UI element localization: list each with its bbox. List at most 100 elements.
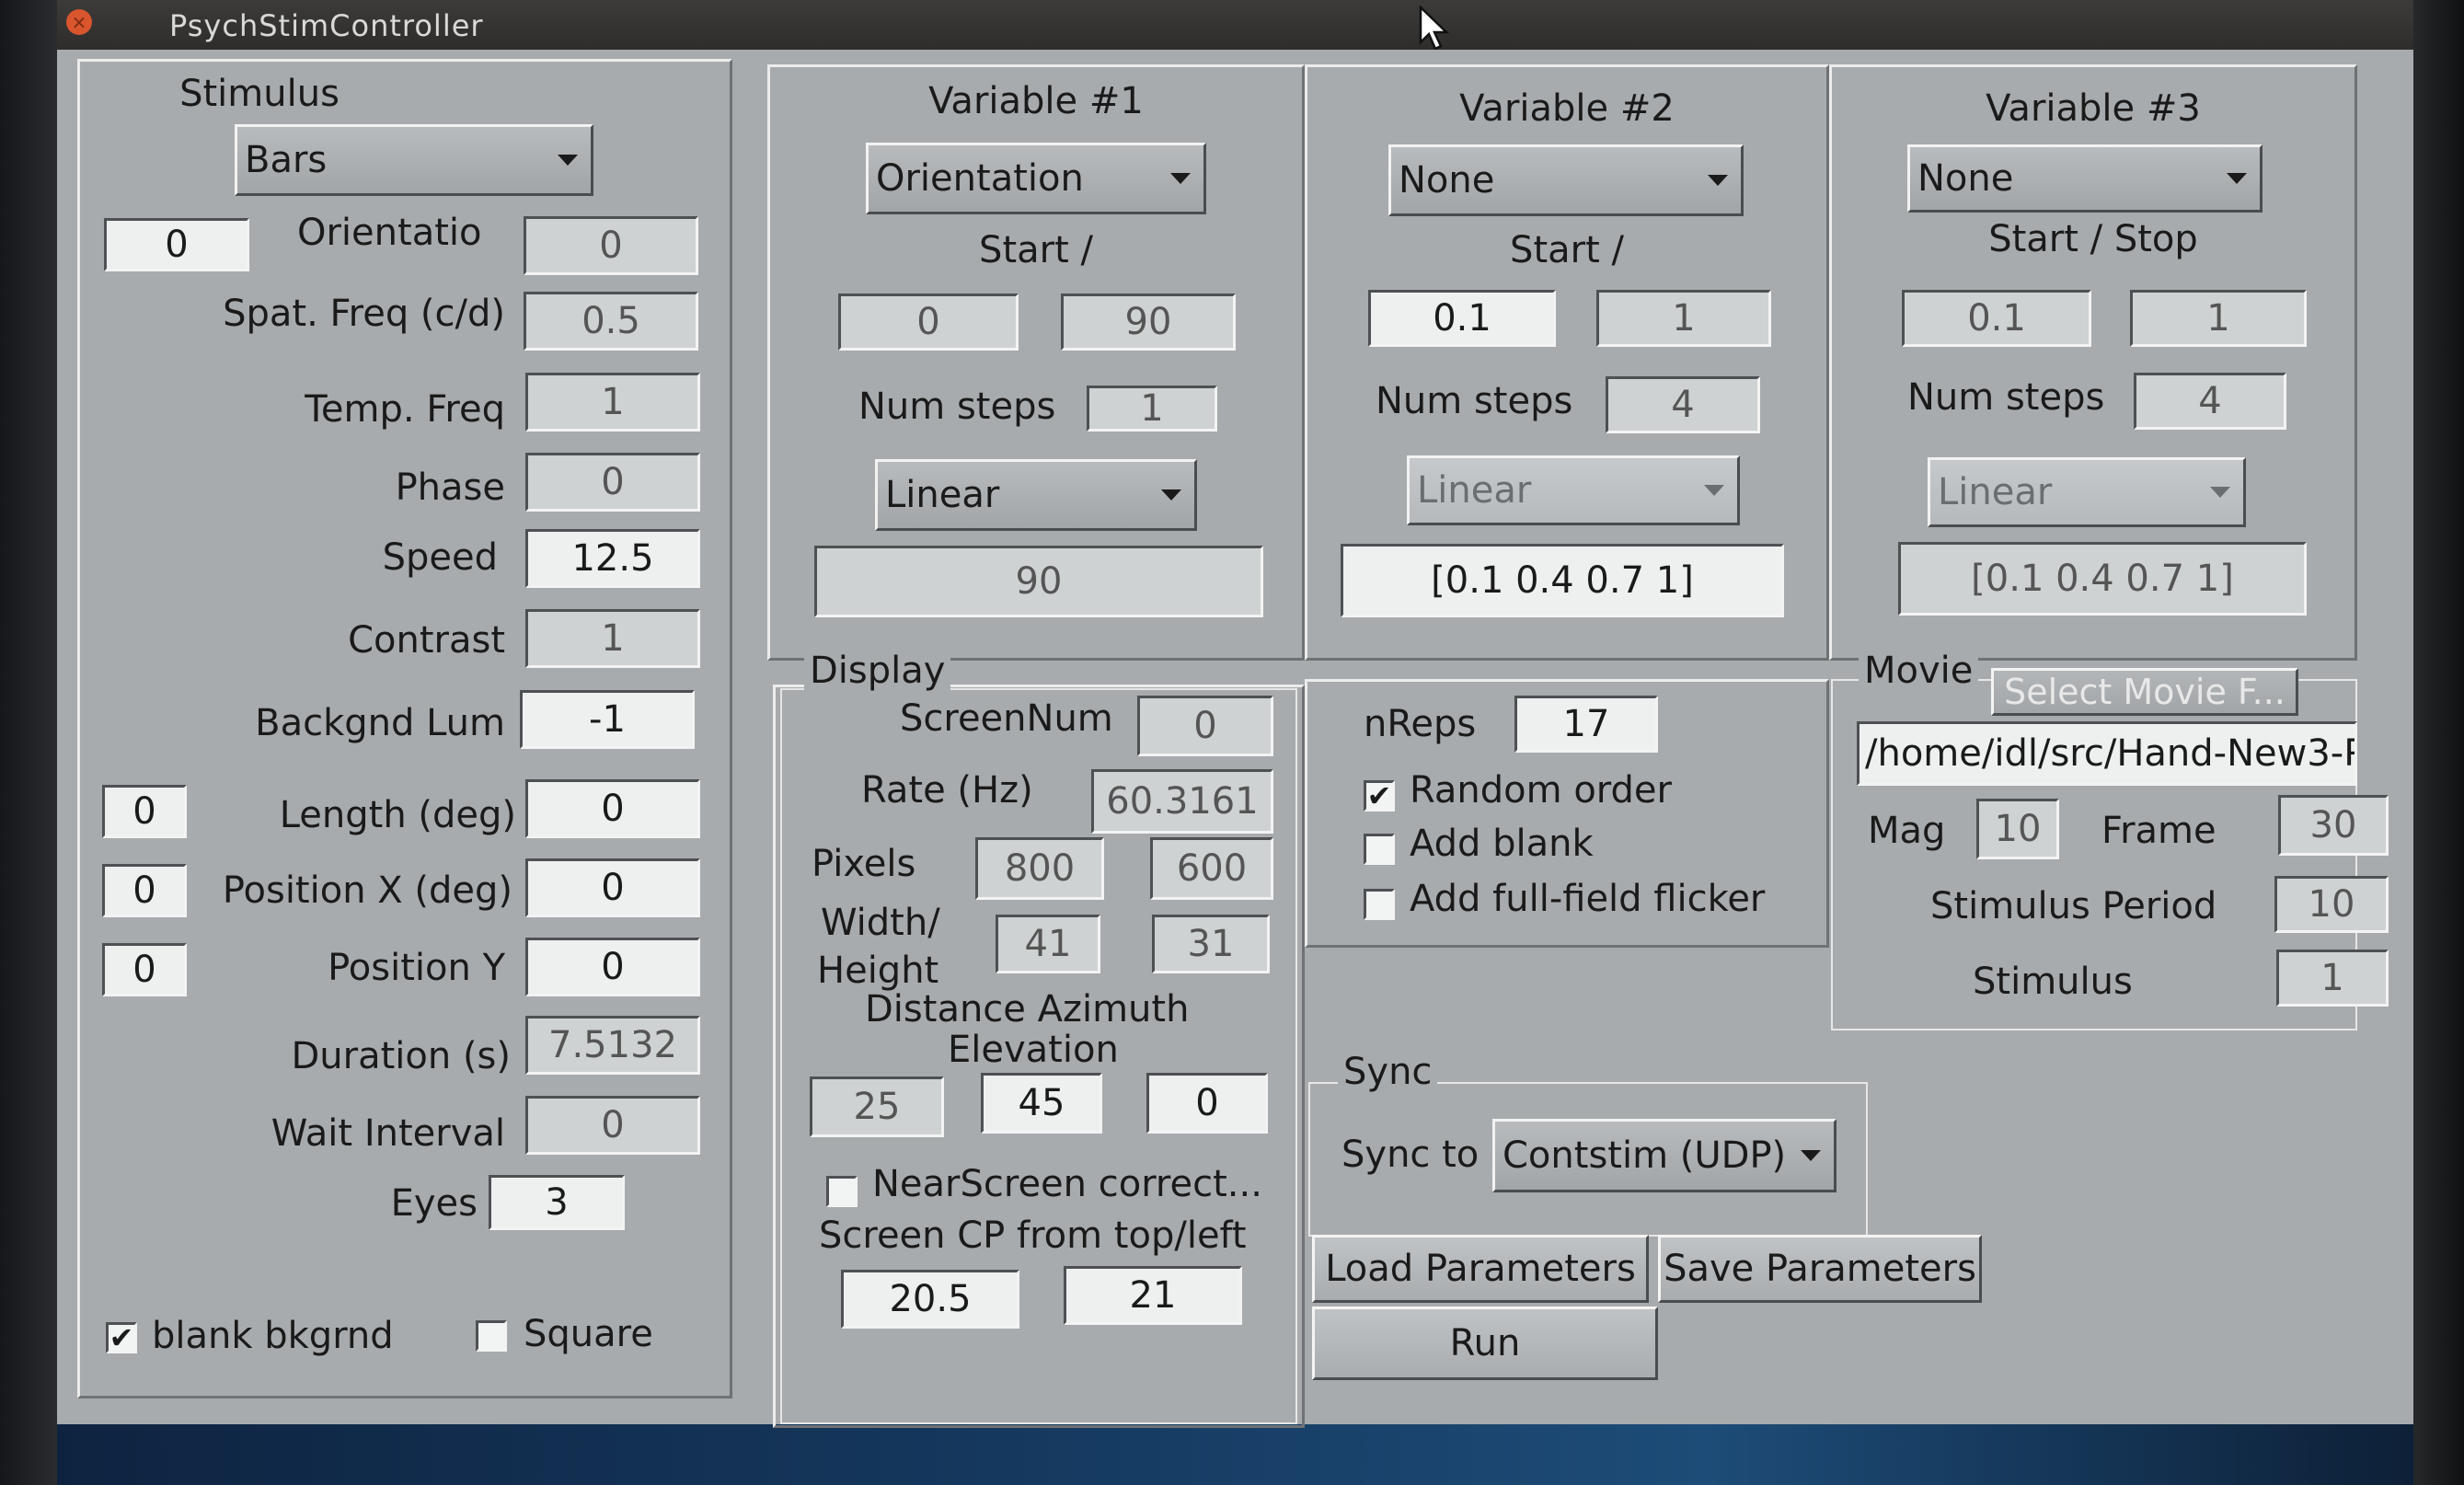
position-x-offset-field[interactable]: 0 [102,864,187,917]
stimulus-heading: Stimulus [179,73,340,115]
position-x-label: Position X (deg) [222,869,512,912]
stimulus-panel: Stimulus Bars 0 Orientatio 0 Spat. Freq … [77,59,732,1399]
random-order-checkbox[interactable]: ✔ [1364,780,1395,812]
elevation-field[interactable]: 0 [1146,1073,1268,1134]
variable3-spacing-value: Linear [1938,471,2053,513]
chevron-down-icon [1161,489,1181,501]
pixels-label: Pixels [812,843,916,885]
display-legend: Display [804,650,951,692]
sync-legend: Sync [1338,1051,1438,1093]
square-checkbox[interactable] [476,1320,507,1352]
variable3-steps-label: Num steps [1907,376,2105,419]
variable1-heading: Variable #1 [928,80,1144,122]
contrast-label: Contrast [348,619,505,662]
wait-interval-field[interactable]: 0 [525,1096,700,1155]
rate-field[interactable]: 60.3161 [1091,769,1273,834]
azimuth-field[interactable]: 45 [981,1073,1102,1134]
spat-freq-label: Spat. Freq (c/d) [223,293,505,335]
variable1-dropdown[interactable]: Orientation [866,143,1206,214]
frame-field[interactable]: 30 [2278,795,2389,856]
variable1-values-field[interactable]: 90 [814,546,1263,617]
nreps-field[interactable]: 17 [1514,696,1658,753]
screen-cp-left-field[interactable]: 21 [1064,1266,1242,1325]
stimulus-type-dropdown[interactable]: Bars [235,124,593,196]
spat-freq-field[interactable]: 0.5 [524,292,698,351]
variable2-start-label: Start / [1510,229,1624,271]
add-blank-checkbox[interactable] [1364,834,1395,865]
duration-field[interactable]: 7.5132 [525,1016,700,1075]
blank-bkgrnd-checkbox[interactable]: ✔ [106,1322,137,1353]
movie-stimulus-field[interactable]: 1 [2276,950,2389,1007]
variable3-steps-field[interactable]: 4 [2134,373,2286,430]
select-movie-file-button[interactable]: Select Movie F... [1991,668,2298,716]
variable3-start-stop-label: Start / Stop [1988,218,2198,260]
variable3-panel: Variable #3 None Start / Stop 0.1 1 Num … [1829,64,2357,661]
variable2-steps-field[interactable]: 4 [1606,376,1760,433]
variable1-stop-field[interactable]: 90 [1061,294,1236,351]
screen-cp-top-field[interactable]: 20.5 [841,1270,1019,1329]
movie-path-field[interactable]: /home/idl/src/Hand-New3-Ps [1857,721,2357,786]
close-icon[interactable]: × [66,9,92,35]
wait-interval-label: Wait Interval [271,1112,505,1155]
variable3-stop-field[interactable]: 1 [2130,290,2307,347]
variable1-panel: Variable #1 Orientation Start / 0 90 Num… [767,64,1305,661]
variable1-start-field[interactable]: 0 [838,294,1019,351]
screennum-field[interactable]: 0 [1137,696,1273,756]
pixels-height-field[interactable]: 600 [1150,837,1273,900]
variable2-start-field[interactable]: 0.1 [1368,290,1556,347]
variable3-start-field[interactable]: 0.1 [1902,290,2091,347]
mag-field[interactable]: 10 [1976,799,2059,859]
sync-to-label: Sync to [1341,1134,1480,1176]
variable2-values-field[interactable]: [0.1 0.4 0.7 1] [1341,544,1784,617]
mag-label: Mag [1868,810,1946,852]
variable2-spacing-dropdown[interactable]: Linear [1407,455,1740,525]
distance-field[interactable]: 25 [810,1076,944,1137]
variable1-start-label: Start / [979,229,1093,271]
chevron-down-icon [558,155,578,166]
title-bar: × PsychStimController [57,0,2413,51]
variable1-spacing-dropdown[interactable]: Linear [875,459,1197,531]
variable2-steps-label: Num steps [1376,380,1573,422]
load-parameters-button[interactable]: Load Parameters [1312,1235,1649,1303]
variable3-heading: Variable #3 [1986,87,2201,130]
add-flicker-checkbox[interactable] [1364,889,1395,920]
temp-freq-field[interactable]: 1 [525,373,700,432]
phase-field[interactable]: 0 [525,453,700,512]
variable2-dropdown[interactable]: None [1388,144,1744,216]
main-content: Stimulus Bars 0 Orientatio 0 Spat. Freq … [57,50,2413,1428]
save-parameters-button[interactable]: Save Parameters [1658,1235,1982,1303]
speed-field[interactable]: 12.5 [525,529,700,588]
nreps-label: nReps [1364,703,1477,745]
width-label: Width/ [821,902,940,944]
position-x-field[interactable]: 0 [525,858,700,917]
contrast-field[interactable]: 1 [525,609,700,668]
variable1-steps-field[interactable]: 1 [1087,386,1217,432]
length-offset-field[interactable]: 0 [102,785,187,838]
pixels-width-field[interactable]: 800 [975,837,1104,900]
variable3-spacing-dropdown[interactable]: Linear [1928,457,2246,527]
backgnd-lum-field[interactable]: -1 [520,690,695,749]
orientation-offset-field[interactable]: 0 [104,218,249,271]
variable2-stop-field[interactable]: 1 [1596,290,1771,347]
frame-label: Frame [2101,810,2216,852]
position-y-field[interactable]: 0 [525,938,700,996]
run-button[interactable]: Run [1312,1307,1658,1380]
variable1-value: Orientation [876,157,1084,200]
desktop-background [57,1424,2413,1485]
orientation-field[interactable]: 0 [524,216,698,275]
screen-height-field[interactable]: 31 [1152,915,1270,973]
length-field[interactable]: 0 [525,779,700,838]
variable3-values-field[interactable]: [0.1 0.4 0.7 1] [1898,542,2307,616]
rate-label: Rate (Hz) [861,769,1033,812]
screen-width-field[interactable]: 41 [996,915,1100,973]
nearscreen-checkbox[interactable] [826,1176,858,1207]
position-y-offset-field[interactable]: 0 [102,943,187,996]
sync-dropdown[interactable]: Contstim (UDP) [1492,1119,1836,1192]
phase-label: Phase [395,466,505,509]
add-blank-label: Add blank [1410,823,1594,865]
stimulus-period-field[interactable]: 10 [2274,876,2389,933]
chevron-down-icon [2210,487,2230,498]
eyes-field[interactable]: 3 [489,1175,625,1230]
variable2-heading: Variable #2 [1459,87,1675,130]
variable3-dropdown[interactable]: None [1907,144,2263,213]
